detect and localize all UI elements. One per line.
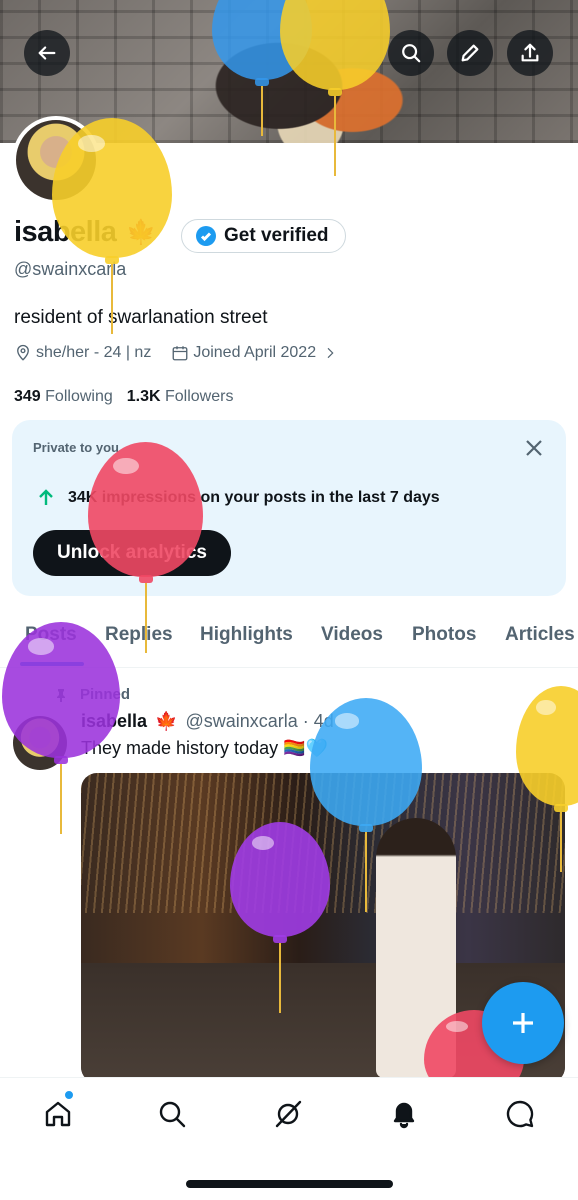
- tab-photos[interactable]: Photos: [412, 604, 476, 646]
- impressions-stat: 34K impressions on your posts in the las…: [36, 488, 440, 508]
- search-button[interactable]: [388, 30, 434, 76]
- calendar-icon: [172, 346, 188, 361]
- pinned-label-row: Pinned: [54, 686, 130, 703]
- profile-meta: she/her - 24 | nz Joined April 2022: [14, 344, 342, 362]
- grok-icon: [275, 1100, 302, 1128]
- tab-replies[interactable]: Replies: [105, 604, 173, 646]
- active-tab-indicator: [20, 662, 84, 666]
- private-label: Private to you: [33, 440, 119, 455]
- profile-banner[interactable]: [0, 0, 578, 143]
- chevron-right-icon[interactable]: [322, 345, 338, 361]
- profile-joined: Joined April 2022: [193, 344, 317, 361]
- name-emoji: 🍁: [126, 219, 157, 246]
- following-count: 349: [14, 388, 41, 405]
- close-icon: [526, 440, 542, 456]
- following-label: Following: [45, 388, 113, 405]
- edit-pencil-icon: [461, 44, 479, 62]
- post-text: They made history today 🏳️‍🌈🩵: [81, 738, 328, 758]
- following-link[interactable]: 349 Following: [14, 388, 113, 406]
- nav-home[interactable]: [38, 1094, 78, 1134]
- followers-link[interactable]: 1.3K Followers: [127, 388, 234, 406]
- nav-grok[interactable]: [268, 1094, 308, 1134]
- notifications-bell-icon: [393, 1102, 415, 1129]
- tab-highlights[interactable]: Highlights: [200, 604, 293, 646]
- search-icon: [402, 44, 421, 63]
- search-icon: [159, 1101, 186, 1128]
- home-icon: [45, 1101, 71, 1127]
- banner-photo: [195, 0, 405, 143]
- profile-avatar[interactable]: [12, 116, 100, 204]
- post-author-name[interactable]: isabella: [81, 711, 147, 732]
- analytics-card: Private to you 34K impressions on your p…: [12, 420, 566, 596]
- home-indicator: [186, 1180, 393, 1188]
- post-author-avatar[interactable]: [13, 716, 67, 770]
- close-card-button[interactable]: [524, 438, 544, 458]
- profile-tabs: Posts Replies Highlights Videos Photos A…: [0, 604, 578, 668]
- followers-count: 1.3K: [126, 388, 161, 405]
- post-header: isabella 🍁 @swainxcarla · 4d: [81, 711, 334, 732]
- profile-location: she/her - 24 | nz: [36, 344, 152, 361]
- tab-articles[interactable]: Articles: [505, 604, 575, 646]
- tab-posts[interactable]: Posts: [25, 604, 77, 646]
- nav-search[interactable]: [152, 1094, 192, 1134]
- follow-stats: 349 Following 1.3K Followers: [14, 388, 233, 406]
- nav-messages[interactable]: [500, 1094, 540, 1134]
- post-handle-time: @swainxcarla · 4d: [185, 711, 334, 731]
- messages-icon: [506, 1100, 534, 1128]
- location-pin-icon: [17, 344, 29, 361]
- tab-videos[interactable]: Videos: [321, 604, 383, 646]
- edit-button[interactable]: [447, 30, 493, 76]
- share-upload-icon: [521, 43, 539, 62]
- pin-icon: [57, 688, 65, 702]
- profile-name: isabella: [14, 216, 117, 248]
- arrow-up-icon: [39, 489, 53, 505]
- followers-label: Followers: [165, 388, 234, 405]
- post-author-emoji: 🍁: [155, 711, 178, 731]
- nav-notifications[interactable]: [384, 1094, 424, 1134]
- home-notification-dot: [64, 1090, 74, 1100]
- get-verified-label: Get verified: [224, 225, 329, 246]
- share-button[interactable]: [507, 30, 553, 76]
- compose-button[interactable]: [482, 982, 564, 1064]
- plus-icon: [513, 1013, 533, 1033]
- profile-name-row: isabella 🍁: [14, 216, 156, 249]
- impressions-text: 34K impressions on your posts in the las…: [68, 489, 440, 506]
- pinned-label: Pinned: [80, 686, 131, 703]
- unlock-analytics-button[interactable]: Unlock analytics: [33, 530, 231, 576]
- profile-handle: @swainxcarla: [14, 259, 127, 279]
- verified-badge-icon: [196, 226, 216, 246]
- back-arrow-icon: [38, 46, 56, 60]
- back-button[interactable]: [24, 30, 70, 76]
- profile-bio: resident of swarlanation street: [14, 307, 268, 328]
- get-verified-button[interactable]: Get verified: [181, 219, 346, 253]
